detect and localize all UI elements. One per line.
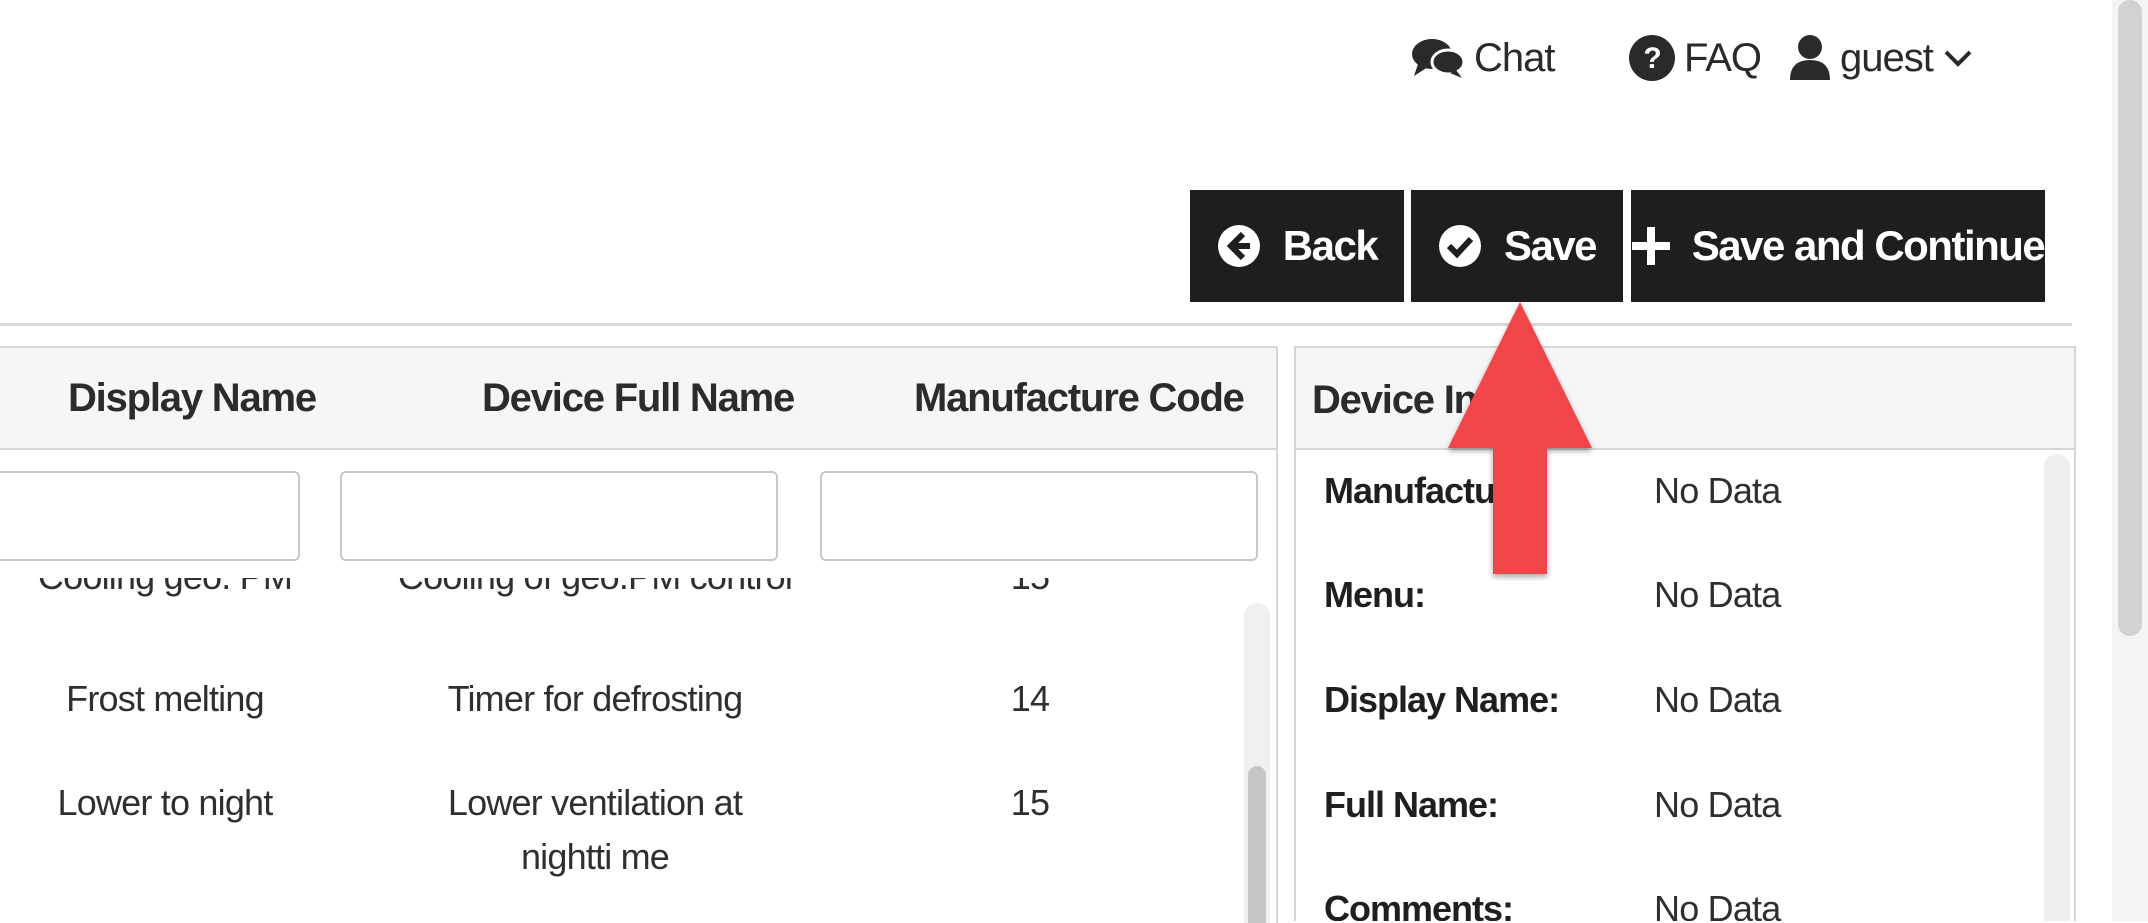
cell-device-full-name: Timer for defrosting <box>447 678 744 719</box>
table-row[interactable]: Lower to night Lower ventilation at nigh… <box>0 776 1230 896</box>
device-table: Display Name Device Full Name Manufactur… <box>0 346 1278 923</box>
table-header: Display Name Device Full Name Manufactur… <box>0 348 1276 450</box>
info-label-display-name: Display Name: <box>1324 679 1560 720</box>
plus-icon <box>1631 227 1670 265</box>
filter-display-name-input[interactable] <box>0 471 300 561</box>
back-label: Back <box>1282 222 1379 269</box>
column-header-display-name[interactable]: Display Name <box>68 376 317 421</box>
check-circle-icon <box>1438 225 1481 267</box>
annotation-arrow-icon <box>1448 302 1592 574</box>
page-scrollbar-thumb[interactable] <box>2118 0 2142 636</box>
cell-display-name: Lower to night <box>57 782 274 823</box>
user-label: guest <box>1840 35 1934 80</box>
cell-manufacture-code: 15 <box>1010 782 1050 823</box>
cell-display-name: Cooling geo. PM <box>0 578 330 604</box>
info-label-full-name: Full Name: <box>1324 784 1499 825</box>
chat-icon <box>1412 39 1466 78</box>
faq-label: FAQ <box>1684 35 1762 80</box>
cell-display-name: Frost melting <box>66 678 264 719</box>
cell-device-full-name: Cooling of geo.PM control <box>370 578 820 604</box>
info-value-full-name: No Data <box>1654 784 1781 825</box>
filter-manufacture-code-input[interactable] <box>820 471 1258 561</box>
info-label-comments: Comments: <box>1324 888 1514 921</box>
chat-label: Chat <box>1474 35 1555 80</box>
cell-manufacture-code: 15 <box>930 578 1130 604</box>
svg-text:?: ? <box>1643 42 1660 75</box>
table-scrollbar-thumb[interactable] <box>1248 766 1266 923</box>
save-label: Save <box>1503 222 1598 269</box>
table-row[interactable]: Cooling geo. PM Cooling of geo.PM contro… <box>0 578 1230 618</box>
chat-link[interactable]: Chat <box>1410 28 1555 88</box>
table-row[interactable]: Frost melting Timer for defrosting 14 <box>0 672 1230 752</box>
save-and-continue-button[interactable]: Save and Continue <box>1631 190 2046 302</box>
question-circle-icon: ? <box>1629 35 1675 81</box>
device-info-header: Device Info <box>1296 348 2074 450</box>
cell-manufacture-code: 14 <box>1010 678 1050 719</box>
info-value-menu: No Data <box>1654 574 1781 615</box>
user-icon <box>1790 35 1830 80</box>
user-menu[interactable]: guest <box>1788 28 1981 88</box>
save-and-continue-label: Save and Continue <box>1691 222 2046 269</box>
cell-device-full-name: Lower ventilation at nightti me <box>447 782 743 877</box>
divider <box>0 323 2072 326</box>
filter-device-full-name-input[interactable] <box>340 471 778 561</box>
chevron-down-icon <box>1944 50 1972 67</box>
info-label-menu: Menu: <box>1324 574 1426 615</box>
device-info-panel: Device Info Manufacture No Data Menu: No… <box>1294 346 2076 921</box>
arrow-circle-left-icon <box>1217 225 1260 267</box>
info-value-display-name: No Data <box>1654 679 1781 720</box>
panel-scrollbar[interactable] <box>2044 454 2070 921</box>
faq-link[interactable]: ? FAQ <box>1628 28 1762 88</box>
info-value-comments: No Data <box>1654 888 1781 921</box>
column-header-device-full-name[interactable]: Device Full Name <box>482 376 795 421</box>
info-value-manufacture: No Data <box>1654 470 1781 511</box>
column-header-manufacture-code[interactable]: Manufacture Code <box>914 376 1245 421</box>
back-button[interactable]: Back <box>1190 190 1404 302</box>
save-button[interactable]: Save <box>1411 190 1623 302</box>
